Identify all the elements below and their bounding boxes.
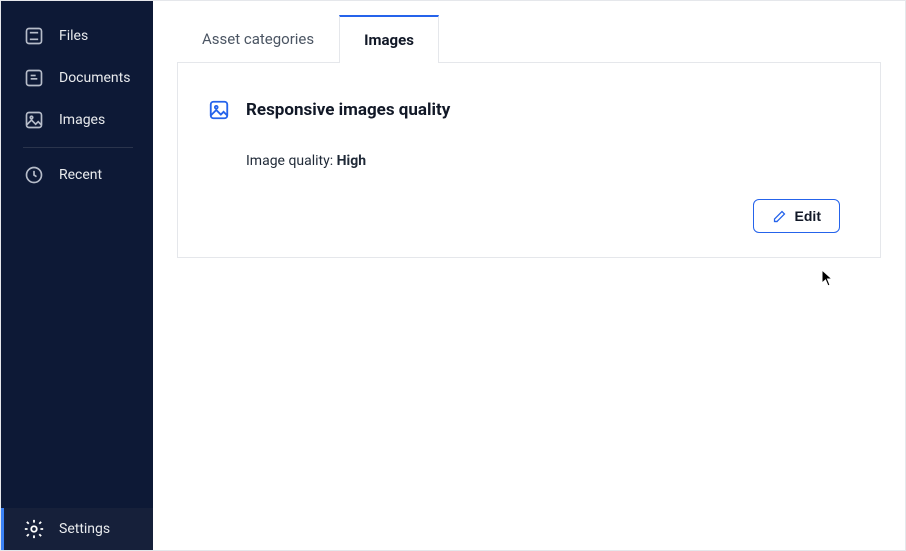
sidebar-divider xyxy=(23,147,133,148)
sidebar-item-label: Recent xyxy=(59,167,102,183)
tab-label: Images xyxy=(364,31,414,49)
settings-panel: Responsive images quality Image quality:… xyxy=(177,63,881,258)
main-content: Asset categories Images Responsive image… xyxy=(153,1,905,550)
card-header: Responsive images quality xyxy=(208,99,840,121)
sidebar-item-recent[interactable]: Recent xyxy=(1,154,153,196)
tab-images[interactable]: Images xyxy=(339,15,439,63)
documents-icon xyxy=(23,67,45,89)
card-title: Responsive images quality xyxy=(246,100,450,120)
edit-button-label: Edit xyxy=(795,208,821,224)
sidebar-item-documents[interactable]: Documents xyxy=(1,57,153,99)
sidebar-item-label: Files xyxy=(59,28,88,44)
sidebar-item-images[interactable]: Images xyxy=(1,99,153,141)
sidebar-item-label: Settings xyxy=(59,521,110,537)
image-quality-value: High xyxy=(337,153,366,169)
tab-label: Asset categories xyxy=(202,30,314,48)
tab-asset-categories[interactable]: Asset categories xyxy=(177,15,339,62)
sidebar-item-label: Images xyxy=(59,112,105,128)
card-actions: Edit xyxy=(208,199,840,233)
files-icon xyxy=(23,25,45,47)
sidebar: Files Documents Images xyxy=(1,1,153,550)
sidebar-item-settings[interactable]: Settings xyxy=(1,508,153,550)
image-icon xyxy=(208,99,230,121)
image-quality-label: Image quality: xyxy=(246,153,337,169)
edit-button[interactable]: Edit xyxy=(753,199,840,233)
sidebar-item-files[interactable]: Files xyxy=(1,15,153,57)
card-body: Image quality: High xyxy=(208,153,840,169)
images-icon xyxy=(23,109,45,131)
gear-icon xyxy=(23,518,45,540)
tabs: Asset categories Images xyxy=(177,15,881,63)
sidebar-item-label: Documents xyxy=(59,70,130,86)
pencil-icon xyxy=(772,209,787,224)
clock-icon xyxy=(23,164,45,186)
